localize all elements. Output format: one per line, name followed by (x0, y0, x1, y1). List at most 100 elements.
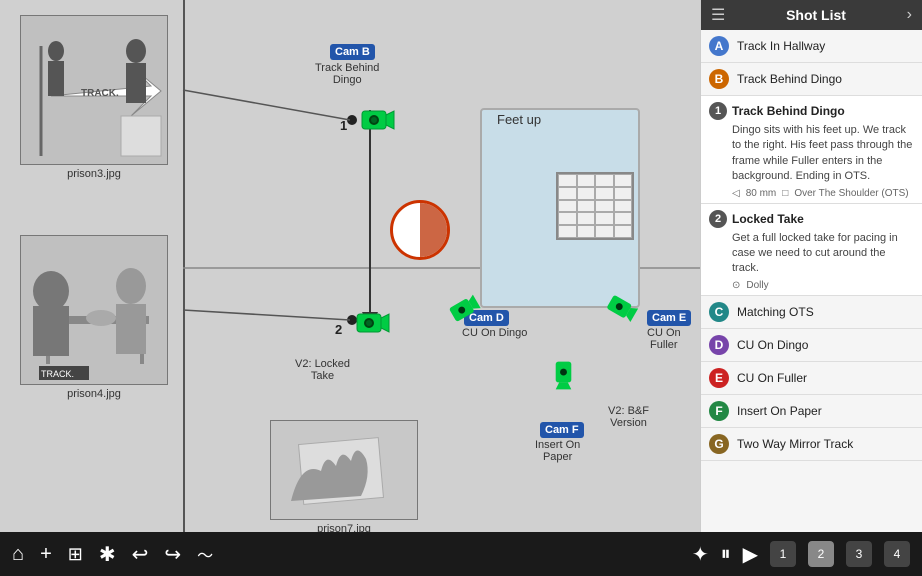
shot-name-b: Track Behind Dingo (737, 72, 842, 86)
shot-row-f[interactable]: F Insert On Paper (701, 395, 922, 428)
cam-d-sub: CU On Dingo (462, 327, 527, 339)
table-grid (556, 172, 634, 240)
pause-icon[interactable]: ⏸ (721, 543, 731, 566)
shot-row-g[interactable]: G Two Way Mirror Track (701, 428, 922, 461)
shot-letter-b: B (709, 69, 729, 89)
detail-lens: 80 mm (746, 188, 777, 199)
star-icon[interactable]: ✱ (99, 542, 116, 567)
cam-f-label: Cam F (540, 422, 584, 438)
grid-cell (577, 212, 596, 225)
person-circle-half (420, 203, 447, 257)
grid-cell (614, 174, 633, 187)
storyboard-image-1[interactable]: TRACK. (20, 15, 168, 165)
shot-row-b[interactable]: B Track Behind Dingo (701, 63, 922, 96)
home-icon[interactable]: ⌂ (12, 543, 24, 566)
cam-f-text: Cam F (545, 424, 579, 436)
shot-name-a: Track In Hallway (737, 39, 825, 53)
grid-cell (595, 187, 614, 200)
svg-text:TRACK.: TRACK. (81, 88, 119, 99)
grid-cell (614, 225, 633, 238)
shot-letter-a: A (709, 36, 729, 56)
bottom-toolbar: ⌂ + ⊞ ✱ ↩ ↪ 〜 ✦ ⏸ ▶ 1 2 3 4 (0, 532, 922, 576)
camera-icon-meta: □ (782, 188, 788, 199)
shot-number-2: 2 (335, 322, 342, 337)
storyboard-drawing-1: TRACK. (21, 16, 168, 165)
grid-cell (577, 187, 596, 200)
cam-f-sub: Insert OnPaper (535, 439, 580, 463)
detail-row-2: 2 Locked Take Get a full locked take for… (701, 204, 922, 296)
storyboard-label-3: prison7.jpg (270, 523, 418, 532)
detail-dolly: Dolly (746, 280, 768, 291)
toolbar-right: ✦ ⏸ ▶ 1 2 3 4 (692, 541, 910, 567)
camera-icon-2 (355, 308, 391, 343)
page-4-button[interactable]: 4 (884, 541, 910, 567)
grid-cell (614, 212, 633, 225)
storyboard-label-1: prison3.jpg (20, 168, 168, 180)
shot-list-body[interactable]: A Track In Hallway B Track Behind Dingo … (701, 30, 922, 532)
shot-letter-d: D (709, 335, 729, 355)
shot-letter-c: C (709, 302, 729, 322)
play-icon[interactable]: ▶ (743, 542, 758, 567)
gesture-icon[interactable]: 〜 (197, 542, 213, 566)
v2-bf-label: V2: B&FVersion (608, 405, 649, 429)
shot-letter-e: E (709, 368, 729, 388)
shot-row-a[interactable]: A Track In Hallway (701, 30, 922, 63)
storyboard-image-2[interactable]: TRACK. (20, 235, 168, 385)
timeline-line (183, 0, 185, 532)
grid-cell (577, 200, 596, 213)
shot-name-g: Two Way Mirror Track (737, 437, 853, 451)
add-icon[interactable]: + (40, 543, 52, 566)
cam-e-text: Cam E (652, 312, 686, 324)
grid-cell (558, 212, 577, 225)
storyboard-panel: TRACK. prison3.jpg (0, 0, 700, 532)
grid-cell (595, 174, 614, 187)
page-1-button[interactable]: 1 (770, 541, 796, 567)
main-area: TRACK. prison3.jpg (0, 0, 922, 532)
page-3-button[interactable]: 3 (846, 541, 872, 567)
svg-text:TRACK.: TRACK. (41, 369, 74, 379)
detail-title-2: Locked Take (732, 212, 804, 226)
grid-cell (558, 225, 577, 238)
grid-cell (595, 212, 614, 225)
shot-letter-f: F (709, 401, 729, 421)
lens-icon: ◁ (732, 188, 740, 199)
cam-e-sub: CU OnFuller (647, 327, 681, 351)
shot-row-d[interactable]: D CU On Dingo (701, 329, 922, 362)
cam-b-label: Cam B (330, 44, 375, 60)
toolbar-left: ⌂ + ⊞ ✱ ↩ ↪ 〜 (12, 542, 213, 567)
storyboard-image-3[interactable] (270, 420, 418, 520)
chevron-right-icon[interactable]: › (907, 6, 912, 24)
shot-row-c[interactable]: C Matching OTS (701, 296, 922, 329)
page-2-button[interactable]: 2 (808, 541, 834, 567)
redo-icon[interactable]: ↪ (164, 542, 181, 567)
v2-locked-take-label: V2: LockedTake (295, 358, 350, 382)
shot-list-header: ☰ Shot List › (701, 0, 922, 30)
layers-icon[interactable]: ⊞ (68, 544, 83, 565)
grid-cell (577, 174, 596, 187)
undo-icon[interactable]: ↩ (132, 542, 149, 567)
detail-num-1: 1 (709, 102, 727, 120)
shot-number-1: 1 (340, 118, 347, 133)
detail-desc-1: Dingo sits with his feet up. We track to… (732, 123, 914, 185)
cam-e-label: Cam E (647, 310, 691, 326)
grid-cell (577, 225, 596, 238)
grid-cell (595, 200, 614, 213)
storyboard-drawing-3 (271, 421, 418, 520)
cam-b-sub: Track BehindDingo (315, 62, 379, 86)
person-circle (390, 200, 450, 260)
puzzle-icon[interactable]: ✦ (692, 542, 709, 567)
detail-desc-2: Get a full locked take for pacing in cas… (732, 231, 914, 277)
shot-row-e[interactable]: E CU On Fuller (701, 362, 922, 395)
storyboard-label-2: prison4.jpg (20, 388, 168, 400)
camera-icon-1 (360, 105, 396, 140)
shot-name-f: Insert On Paper (737, 404, 822, 418)
shot-name-d: CU On Dingo (737, 338, 808, 352)
grid-cell (614, 187, 633, 200)
detail-meta-2: ⊙ Dolly (732, 280, 914, 291)
grid-cell (558, 174, 577, 187)
camera-icon-5 (546, 360, 577, 392)
menu-icon[interactable]: ☰ (711, 5, 725, 25)
detail-row-1: 1 Track Behind Dingo Dingo sits with his… (701, 96, 922, 204)
detail-title-1: Track Behind Dingo (732, 104, 845, 118)
detail-shot-type: Over The Shoulder (OTS) (794, 188, 908, 199)
